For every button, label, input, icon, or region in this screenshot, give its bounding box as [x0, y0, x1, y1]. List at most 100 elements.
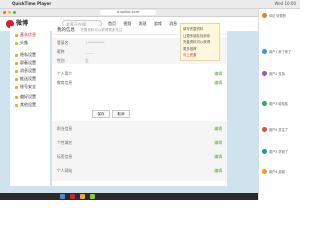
edit-link[interactable]: 编辑 — [214, 80, 222, 86]
row-label: 登录名 — [57, 40, 69, 45]
chat-name: 用户5 — [269, 150, 278, 154]
edit-link[interactable]: 编辑 — [214, 154, 222, 160]
avatar — [262, 101, 267, 106]
avatar-icon — [15, 41, 18, 45]
row-domain: 个性域名 编辑 — [57, 140, 222, 146]
app-icon[interactable] — [90, 194, 95, 199]
row-label: 个性域名 — [57, 140, 73, 145]
app-icon[interactable] — [80, 194, 85, 199]
chat-item: 用户6 谢谢 — [262, 169, 300, 174]
avatar — [262, 71, 267, 76]
settings-sidebar: 基本信息 头像 隐私设置 屏蔽设置 消息设置 推送设置 账号安全 偏好设置 其他… — [10, 26, 50, 186]
chat-text: 哈哈哈 — [278, 102, 288, 106]
chat-text: 学到了 — [278, 150, 288, 154]
chat-item: 用户3 哈哈哈 — [262, 101, 300, 106]
row-value: 1********* — [85, 40, 105, 45]
sidebar-item-privacy[interactable]: 隐私设置 — [15, 52, 36, 58]
row-label: 职业信息 — [57, 126, 73, 131]
row-label: 教育信息 — [57, 80, 73, 85]
sidebar-item-label: 基本信息 — [20, 32, 36, 37]
sidebar-item-label: 偏好设置 — [20, 94, 36, 99]
app-name[interactable]: QuickTime Player — [12, 0, 51, 8]
popup-action-link[interactable]: 马上完善 — [183, 52, 217, 57]
row-value[interactable]: 女 — [85, 58, 89, 64]
avatar — [262, 127, 267, 132]
chat-item: 评论 好看的 — [262, 13, 300, 18]
sidebar-item-label: 消息设置 — [20, 68, 36, 73]
avatar — [262, 169, 267, 174]
chat-item: 用户1 来了来了 — [262, 49, 300, 54]
sidebar-item-label: 头像 — [20, 40, 28, 45]
zoom-icon[interactable] — [13, 11, 16, 14]
bell-icon — [15, 77, 18, 81]
avatar — [262, 49, 267, 54]
row-bio: 个人简介 编辑 — [57, 71, 222, 77]
popup-line: 让更多朋友找到你 — [183, 33, 211, 38]
chat-text: 谢谢 — [278, 170, 285, 174]
shield-icon — [15, 85, 18, 89]
sidebar-item-security[interactable]: 账号安全 — [15, 84, 36, 90]
gear-icon — [15, 95, 18, 99]
sidebar-item-label: 账号安全 — [20, 84, 36, 89]
finder-icon[interactable] — [60, 194, 65, 199]
row-label: 标签信息 — [57, 154, 73, 159]
row-tags: 标签信息 编辑 — [57, 154, 222, 160]
chat-item: 用户4 关注了 — [262, 127, 300, 132]
row-label: 个人网站 — [57, 168, 73, 173]
chat-name: 用户2 — [269, 72, 278, 76]
chat-text: 来了来了 — [278, 50, 292, 54]
sidebar-item-push[interactable]: 推送设置 — [15, 76, 36, 82]
edit-link[interactable]: 编辑 — [214, 140, 222, 146]
chat-item: 用户2 支持 — [262, 71, 300, 76]
save-button[interactable]: 保存 — [92, 110, 110, 118]
info-icon — [15, 33, 18, 37]
chat-name: 用户3 — [269, 102, 278, 106]
minimize-icon[interactable] — [8, 11, 11, 14]
sidebar-item-other[interactable]: 其他设置 — [15, 102, 36, 108]
avatar — [262, 149, 267, 154]
browser-toolbar: d.weibo.com — [0, 9, 258, 17]
more-icon — [15, 103, 18, 107]
sidebar-item-label: 屏蔽设置 — [20, 60, 36, 65]
dock — [0, 193, 258, 200]
lock-icon — [15, 53, 18, 57]
chat-name: 用户6 — [269, 170, 278, 174]
row-label: 昵称 — [57, 49, 65, 54]
message-icon — [15, 69, 18, 73]
page-title: 我的信息 — [57, 28, 75, 33]
edit-link[interactable]: 编辑 — [214, 126, 222, 132]
cancel-button[interactable]: 取消 — [112, 110, 130, 118]
chat-name: 用户1 — [269, 50, 278, 54]
weibo-icon[interactable] — [70, 194, 75, 199]
edit-link[interactable]: 编辑 — [214, 168, 222, 174]
clock: Wed 10:00 — [274, 1, 296, 6]
sidebar-item-avatar[interactable]: 头像 — [15, 40, 28, 46]
row-website: 个人网站 编辑 — [57, 168, 222, 174]
close-icon[interactable] — [3, 11, 6, 14]
chat-item: 用户5 学到了 — [262, 149, 300, 154]
sidebar-item-preferences[interactable]: 偏好设置 — [15, 94, 36, 100]
popup-line: 完善资料可以获得 — [183, 40, 211, 44]
sidebar-item-messages[interactable]: 消息设置 — [15, 68, 36, 74]
sidebar-item-label: 隐私设置 — [20, 52, 36, 57]
chat-panel: 评论 好看的 用户1 来了来了 用户2 支持 用户3 哈哈哈 用户4 关注了 用… — [258, 9, 301, 200]
popup-line: 更多推荐 — [183, 46, 197, 51]
sidebar-item-basic-info[interactable]: 基本信息 — [15, 32, 36, 38]
sidebar-item-label: 其他设置 — [20, 102, 36, 107]
title-note: 完善资料可以获得更多关注 — [80, 28, 123, 32]
row-label: 个人简介 — [57, 71, 73, 76]
row-label: 性别 — [57, 58, 65, 63]
edit-link[interactable]: 编辑 — [214, 71, 222, 77]
sidebar-item-label: 推送设置 — [20, 76, 36, 81]
chat-text: 支持 — [278, 72, 285, 76]
sidebar-item-block[interactable]: 屏蔽设置 — [15, 60, 36, 66]
tip-popup: 填写完整资料 让更多朋友找到你 完善资料可以获得 更多推荐 马上完善 — [180, 23, 220, 61]
row-value[interactable]: _____ — [85, 49, 95, 54]
row-education: 教育信息 编辑 — [57, 80, 222, 86]
chat-text: 关注了 — [278, 128, 288, 132]
menu-bar: QuickTime Player Wed 10:00 — [0, 0, 300, 9]
address-bar[interactable]: d.weibo.com — [100, 10, 156, 15]
row-career: 职业信息 编辑 — [57, 126, 222, 132]
chat-name: 评论 — [269, 14, 276, 18]
chat-name: 用户4 — [269, 128, 278, 132]
